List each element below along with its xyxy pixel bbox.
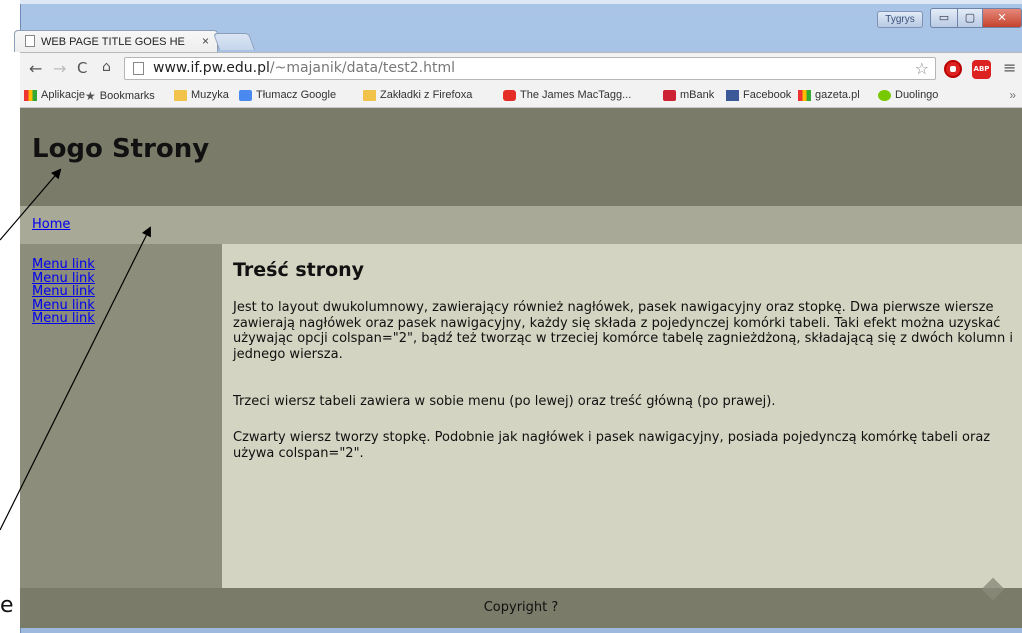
annotation-label-fragment: e xyxy=(0,593,14,618)
reload-icon[interactable]: C xyxy=(77,59,87,77)
bookmark-label: mBank xyxy=(680,89,715,101)
navigation-bar: Home xyxy=(20,206,1022,244)
content-paragraph: Jest to layout dwukolumnowy, zawierający… xyxy=(233,300,1013,362)
google-translate-icon xyxy=(239,89,252,101)
sidebar-menu: Menu link Menu link Menu link Menu link … xyxy=(20,244,222,588)
chrome-menu-icon[interactable]: ≡ xyxy=(1003,58,1016,77)
browser-toolbar: ← → C ⌂ www.if.pw.edu.pl/~majanik/data/t… xyxy=(20,52,1022,84)
adblock-plus-icon[interactable]: ABP xyxy=(972,60,991,79)
address-url[interactable]: www.if.pw.edu.pl/~majanik/data/test2.htm… xyxy=(153,60,455,76)
bookmark-zakladki-firefoxa[interactable]: Zakładki z Firefoxa xyxy=(363,89,472,101)
bookmark-label: Aplikacje xyxy=(41,89,86,101)
mbank-icon xyxy=(663,89,676,101)
star-icon: ★ xyxy=(85,89,96,103)
bookmark-facebook[interactable]: Facebook xyxy=(726,89,791,101)
bookmark-james-mactaggart[interactable]: The James MacTagg... xyxy=(503,89,631,101)
bookmark-tlumacz-google[interactable]: Tłumacz Google xyxy=(239,89,336,101)
page-icon xyxy=(133,62,144,75)
menu-link[interactable]: Menu link xyxy=(32,312,95,326)
menu-link[interactable]: Menu link xyxy=(32,298,95,313)
youtube-icon xyxy=(503,89,516,101)
gazeta-icon xyxy=(798,89,811,101)
url-path: /~majanik/data/test2.html xyxy=(269,60,455,76)
bookmark-label: Zakładki z Firefoxa xyxy=(380,89,473,101)
page-header: Logo Strony xyxy=(20,108,1022,206)
bookmark-label: Facebook xyxy=(743,89,792,101)
url-host: www.if.pw.edu.pl xyxy=(153,60,270,76)
page-footer: Copyright ? xyxy=(20,588,1022,628)
menu-link[interactable]: Menu link xyxy=(32,258,95,272)
bookmarks-bar: Aplikacje ★ Bookmarks Muzyka Tłumacz Goog… xyxy=(20,84,1022,108)
menu-link[interactable]: Menu link xyxy=(32,271,95,286)
back-arrow-icon[interactable]: ← xyxy=(29,59,42,78)
content-paragraph: Trzeci wiersz tabeli zawiera w sobie men… xyxy=(233,394,776,409)
folder-icon xyxy=(174,89,187,101)
apps-icon xyxy=(24,89,37,101)
tab-active[interactable]: WEB PAGE TITLE GOES HE × xyxy=(14,30,218,52)
bookmark-gazeta[interactable]: gazeta.pl xyxy=(798,89,860,101)
close-window-button[interactable]: ✕ xyxy=(982,8,1022,28)
bookmark-muzyka[interactable]: Muzyka xyxy=(174,89,229,101)
folder-icon xyxy=(363,89,376,101)
forward-arrow-icon[interactable]: → xyxy=(53,59,66,78)
bookmark-label: Muzyka xyxy=(191,89,229,101)
maximize-button[interactable]: ▢ xyxy=(957,8,983,28)
minimize-button[interactable]: ▭ xyxy=(930,8,958,28)
footer-copyright: Copyright ? xyxy=(483,600,559,615)
main-content: Treść strony Jest to layout dwukolumnowy… xyxy=(222,244,1022,588)
menu-link[interactable]: Menu link xyxy=(32,285,95,299)
bookmarks-overflow-icon[interactable]: » xyxy=(1009,88,1016,102)
bookmark-star-icon[interactable]: ☆ xyxy=(915,59,929,78)
tab-title: WEB PAGE TITLE GOES HE xyxy=(41,36,185,48)
bookmark-label: gazeta.pl xyxy=(815,89,860,101)
bookmark-bookmarks[interactable]: ★ Bookmarks xyxy=(85,89,155,103)
site-logo: Logo Strony xyxy=(32,134,210,164)
page-icon xyxy=(25,35,35,47)
stop-extension-icon[interactable] xyxy=(944,60,962,78)
bookmark-label: Tłumacz Google xyxy=(256,89,337,101)
home-icon[interactable]: ⌂ xyxy=(102,59,111,75)
facebook-icon xyxy=(726,89,739,101)
content-title: Treść strony xyxy=(233,259,365,281)
menu-list: Menu link Menu link Menu link Menu link … xyxy=(32,258,95,326)
duolingo-icon xyxy=(878,89,891,101)
bookmark-aplikacje[interactable]: Aplikacje xyxy=(24,89,85,101)
content-paragraph: Czwarty wiersz tworzy stopkę. Podobnie j… xyxy=(233,430,991,461)
home-link[interactable]: Home xyxy=(32,217,70,232)
bookmark-mbank[interactable]: mBank xyxy=(663,89,714,101)
web-page: Logo Strony Home Menu link Menu link Men… xyxy=(20,108,1022,628)
bookmark-label: Duolingo xyxy=(895,89,939,101)
bookmark-duolingo[interactable]: Duolingo xyxy=(878,89,938,101)
new-tab-button[interactable] xyxy=(212,33,256,50)
bookmark-label: The James MacTagg... xyxy=(520,89,632,101)
tab-close-icon[interactable]: × xyxy=(202,34,209,48)
profile-button[interactable]: Tygrys xyxy=(877,11,923,28)
address-bar[interactable]: www.if.pw.edu.pl/~majanik/data/test2.htm… xyxy=(124,57,936,80)
bookmark-label: Bookmarks xyxy=(99,90,155,102)
